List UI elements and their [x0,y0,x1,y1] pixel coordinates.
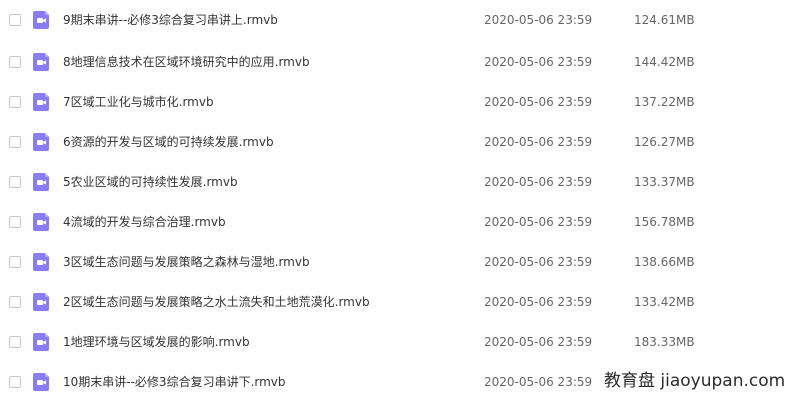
file-size: 183.33MB [634,335,695,349]
row-checkbox[interactable] [9,296,21,308]
file-row[interactable]: 1地理环境与区域发展的影响.rmvb 2020-05-06 23:59 183.… [0,322,807,362]
video-file-icon [32,172,52,192]
watermark: 教育盘 jiaoyupan.com [602,371,790,391]
file-name[interactable]: 5农业区域的可持续性发展.rmvb [63,174,238,190]
file-name[interactable]: 6资源的开发与区域的可持续发展.rmvb [63,134,274,150]
file-size: 137.22MB [634,95,695,109]
video-file-icon [32,372,52,392]
file-name[interactable]: 4流域的开发与综合治理.rmvb [63,214,226,230]
row-checkbox[interactable] [9,336,21,348]
file-size: 133.37MB [634,175,695,189]
file-row[interactable]: 9期末串讲--必修3综合复习串讲上.rmvb 2020-05-06 23:59 … [0,0,807,40]
row-checkbox[interactable] [9,56,21,68]
row-checkbox[interactable] [9,136,21,148]
row-checkbox[interactable] [9,176,21,188]
file-size: 156.78MB [634,215,695,229]
file-name[interactable]: 1地理环境与区域发展的影响.rmvb [63,334,250,350]
video-file-icon [32,52,52,72]
file-size: 133.42MB [634,295,695,309]
file-name[interactable]: 7区域工业化与城市化.rmvb [63,94,214,110]
row-checkbox[interactable] [9,216,21,228]
file-modified-date: 2020-05-06 23:59 [484,295,593,309]
file-row[interactable]: 7区域工业化与城市化.rmvb 2020-05-06 23:59 137.22M… [0,82,807,122]
video-file-icon [32,10,52,30]
file-modified-date: 2020-05-06 23:59 [484,335,593,349]
file-modified-date: 2020-05-06 23:59 [484,175,593,189]
file-row[interactable]: 8地理信息技术在区域环境研究中的应用.rmvb 2020-05-06 23:59… [0,42,807,82]
video-file-icon [32,132,52,152]
video-file-icon [32,332,52,352]
video-file-icon [32,212,52,232]
file-name[interactable]: 9期末串讲--必修3综合复习串讲上.rmvb [63,12,278,28]
file-name[interactable]: 8地理信息技术在区域环境研究中的应用.rmvb [63,54,310,70]
row-checkbox[interactable] [9,14,21,26]
row-checkbox[interactable] [9,96,21,108]
file-row[interactable]: 6资源的开发与区域的可持续发展.rmvb 2020-05-06 23:59 12… [0,122,807,162]
file-name[interactable]: 3区域生态问题与发展策略之森林与湿地.rmvb [63,254,310,270]
file-modified-date: 2020-05-06 23:59 [484,375,593,389]
file-name[interactable]: 2区域生态问题与发展策略之水土流失和土地荒漠化.rmvb [63,294,370,310]
row-checkbox[interactable] [9,256,21,268]
file-row[interactable]: 5农业区域的可持续性发展.rmvb 2020-05-06 23:59 133.3… [0,162,807,202]
file-modified-date: 2020-05-06 23:59 [484,13,593,27]
row-checkbox[interactable] [9,376,21,388]
file-size: 144.42MB [634,55,695,69]
file-row[interactable]: 3区域生态问题与发展策略之森林与湿地.rmvb 2020-05-06 23:59… [0,242,807,282]
file-size: 126.27MB [634,135,695,149]
file-row[interactable]: 4流域的开发与综合治理.rmvb 2020-05-06 23:59 156.78… [0,202,807,242]
video-file-icon [32,252,52,272]
file-size: 138.66MB [634,255,695,269]
file-modified-date: 2020-05-06 23:59 [484,215,593,229]
file-modified-date: 2020-05-06 23:59 [484,135,593,149]
file-modified-date: 2020-05-06 23:59 [484,255,593,269]
file-modified-date: 2020-05-06 23:59 [484,95,593,109]
video-file-icon [32,292,52,312]
file-size: 124.61MB [634,13,695,27]
file-name[interactable]: 10期末串讲--必修3综合复习串讲下.rmvb [63,374,286,390]
file-list: 9期末串讲--必修3综合复习串讲上.rmvb 2020-05-06 23:59 … [0,0,807,396]
file-modified-date: 2020-05-06 23:59 [484,55,593,69]
video-file-icon [32,92,52,112]
file-row[interactable]: 2区域生态问题与发展策略之水土流失和土地荒漠化.rmvb 2020-05-06 … [0,282,807,322]
